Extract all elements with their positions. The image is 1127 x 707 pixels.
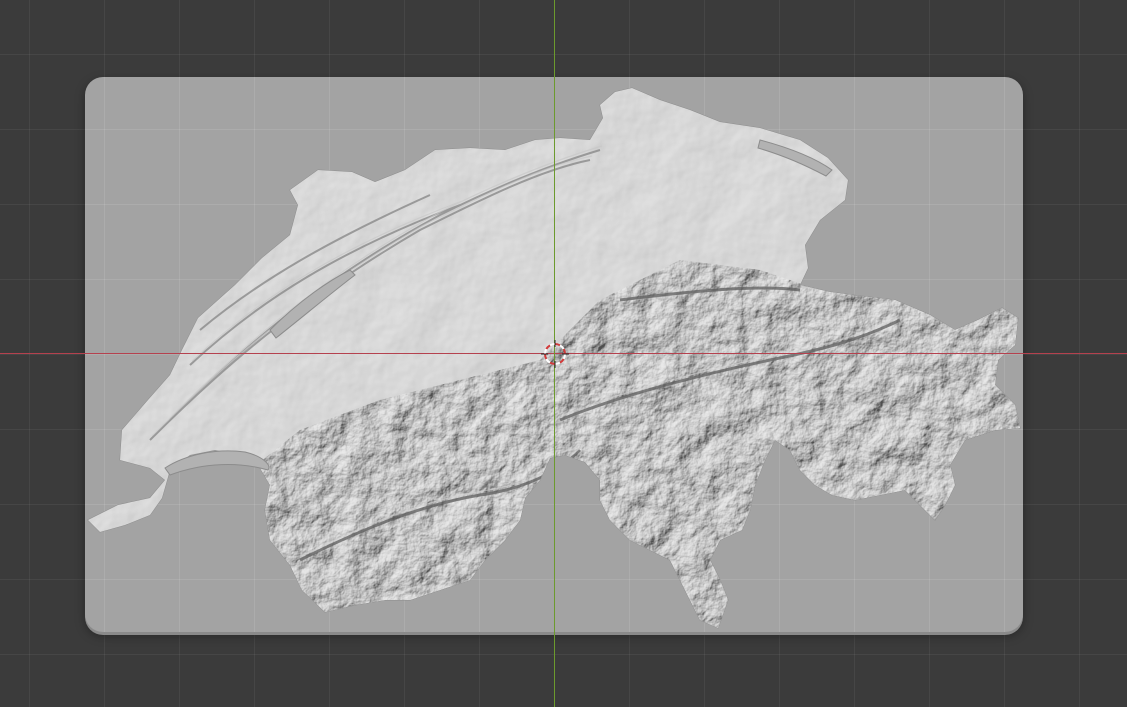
3d-viewport[interactable] [0,0,1127,707]
3d-cursor-icon[interactable] [541,340,569,368]
